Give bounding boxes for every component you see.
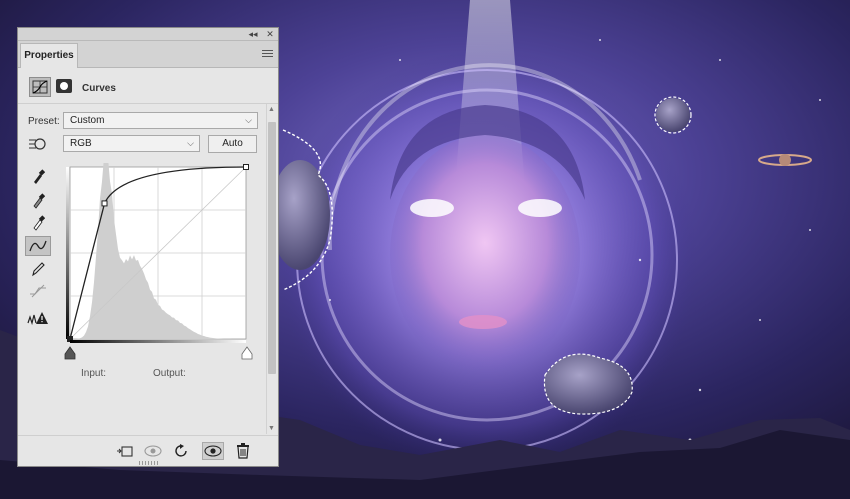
collapse-panel-button[interactable]: ◂◂ [246,28,260,40]
left-eye-glow [410,199,454,217]
channel-dropdown[interactable]: RGB ⌵ [63,135,200,152]
auto-button[interactable]: Auto [208,135,257,153]
visibility-icon[interactable] [202,442,224,460]
input-gradient-bar [70,340,246,343]
close-panel-button[interactable]: ✕ [263,28,277,40]
black-point-eyedropper-icon[interactable] [25,167,51,187]
curves-graph[interactable] [66,163,250,345]
pencil-icon[interactable] [25,259,51,279]
adjustment-header: Curves [18,69,278,104]
curve-point-icon[interactable] [25,236,51,256]
properties-panel: ◂◂ ✕ Properties Curves Preset: Custom ⌵ [17,27,279,467]
white-point-eyedropper-icon[interactable] [25,213,51,233]
chevron-down-icon: ⌵ [245,115,252,125]
reset-icon[interactable] [171,442,193,460]
layer-mask-icon[interactable] [56,79,72,93]
input-sliders [64,346,253,360]
output-label: Output: [153,368,186,379]
preset-dropdown[interactable]: Custom ⌵ [63,112,258,129]
output-gradient-bar [66,167,69,339]
panel-tab-bar: Properties [18,41,278,68]
black-input-slider[interactable] [64,346,76,360]
preset-value: Custom [70,115,105,126]
delete-icon[interactable] [232,442,254,460]
tab-properties[interactable]: Properties [20,43,78,68]
panel-resize-grip[interactable] [139,461,159,465]
white-input-slider[interactable] [241,346,253,360]
panel-title-strip: ◂◂ ✕ [18,28,278,41]
scroll-thumb[interactable] [268,122,276,374]
curve-control-point[interactable] [243,164,249,170]
lips [459,315,507,329]
panel-scrollbar[interactable]: ▲ ▼ [266,104,277,434]
curve-control-point[interactable] [101,200,108,207]
panel-menu-icon[interactable] [262,50,273,59]
right-eye-glow [518,199,562,217]
gray-point-eyedropper-icon[interactable] [25,191,51,211]
input-label: Input: [81,368,107,379]
view-previous-icon[interactable] [142,442,164,460]
face [390,135,580,375]
scroll-down-icon[interactable]: ▼ [268,425,275,432]
smooth-icon[interactable] [25,281,51,301]
curves-adjustment-icon[interactable] [29,77,51,97]
scroll-up-icon[interactable]: ▲ [268,106,275,113]
preset-label: Preset: [28,116,60,127]
clip-to-layer-icon[interactable] [113,442,135,460]
panel-title: Curves [82,83,116,94]
clipping-warning-icon[interactable] [25,308,51,328]
channel-value: RGB [70,138,92,149]
chevron-down-icon: ⌵ [187,138,194,148]
targeted-adjustment-icon[interactable] [25,134,51,154]
